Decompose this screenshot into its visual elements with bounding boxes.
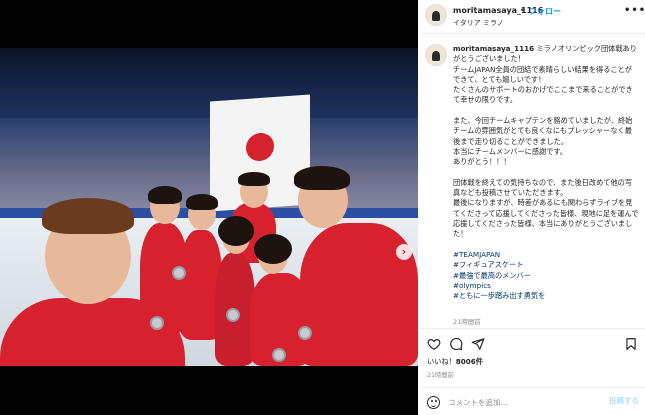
hashtag-link[interactable]: #TEAMJAPAN: [453, 250, 639, 260]
caption-line: 最後になりますが、時差があるにも関わらずライブを見てくださって応援してくださった…: [453, 198, 639, 239]
caption-line: 団体戦を終えての気持ちなので、また後日改めて他の写真なども投稿させていただきます…: [453, 177, 633, 198]
next-photo-button[interactable]: ›: [396, 244, 412, 260]
post-comment-button[interactable]: 投稿する: [609, 395, 639, 406]
photo-scene: [0, 48, 418, 366]
bookmark-icon[interactable]: [624, 337, 638, 351]
follow-button[interactable]: フォロー: [529, 6, 561, 17]
post-header: moritamasaya_1116 • フォロー イタリア ミラノ •••: [418, 0, 645, 34]
likes-label: いいね！: [427, 357, 456, 366]
likes-count[interactable]: いいね！8006件: [427, 357, 483, 367]
share-icon[interactable]: [471, 337, 485, 351]
caption-line: また、今回チームキャプテンを務めていましたが、終始チームの雰囲気がとても良くなに…: [453, 116, 633, 146]
caption-timestamp: 21時間前: [453, 318, 481, 326]
caption-section: moritamasaya_1116 ミラノオリンピック団体戦ありがとうございまし…: [418, 36, 645, 326]
comment-box: 投稿する: [418, 387, 645, 415]
hashtag-link[interactable]: #最強で最高のメンバー: [453, 271, 639, 281]
comment-input[interactable]: [448, 395, 588, 409]
emoji-icon[interactable]: [427, 396, 440, 409]
hashtag-link[interactable]: #olympics: [453, 281, 639, 291]
caption-line: チームJAPAN全員の団結で素晴らしい結果を得ることができて、とても嬉しいです！: [453, 64, 632, 84]
caption-line: 本当にチームメンバーに感謝です。: [453, 146, 568, 156]
post-timestamp: 21時間前: [427, 372, 454, 379]
heart-icon[interactable]: [427, 337, 441, 351]
caption-username[interactable]: moritamasaya_1116: [453, 44, 534, 53]
location-link[interactable]: イタリア ミラノ: [453, 18, 504, 28]
more-options-icon[interactable]: •••: [624, 5, 645, 16]
post-photo[interactable]: › ●: [0, 48, 418, 366]
action-bar: [418, 328, 645, 352]
avatar[interactable]: [425, 4, 447, 26]
comment-icon[interactable]: [449, 337, 463, 351]
caption-line: ありがとう！！！: [453, 157, 511, 167]
post-details-panel: moritamasaya_1116 • フォロー イタリア ミラノ ••• mo…: [418, 0, 645, 415]
separator-dot: •: [520, 6, 525, 15]
caption-line: たくさんのサポートのおかげでここまで来ることができて幸せの限りです。: [453, 85, 633, 105]
hashtag-link[interactable]: #フィギュアスケート: [453, 260, 639, 270]
caption-avatar[interactable]: [425, 44, 447, 66]
likes-number: 8006件: [455, 357, 483, 366]
caption-text: moritamasaya_1116 ミラノオリンピック団体戦ありがとうございまし…: [453, 44, 639, 301]
hashtag-link[interactable]: #ともに一歩踏み出す勇気を: [453, 291, 639, 301]
